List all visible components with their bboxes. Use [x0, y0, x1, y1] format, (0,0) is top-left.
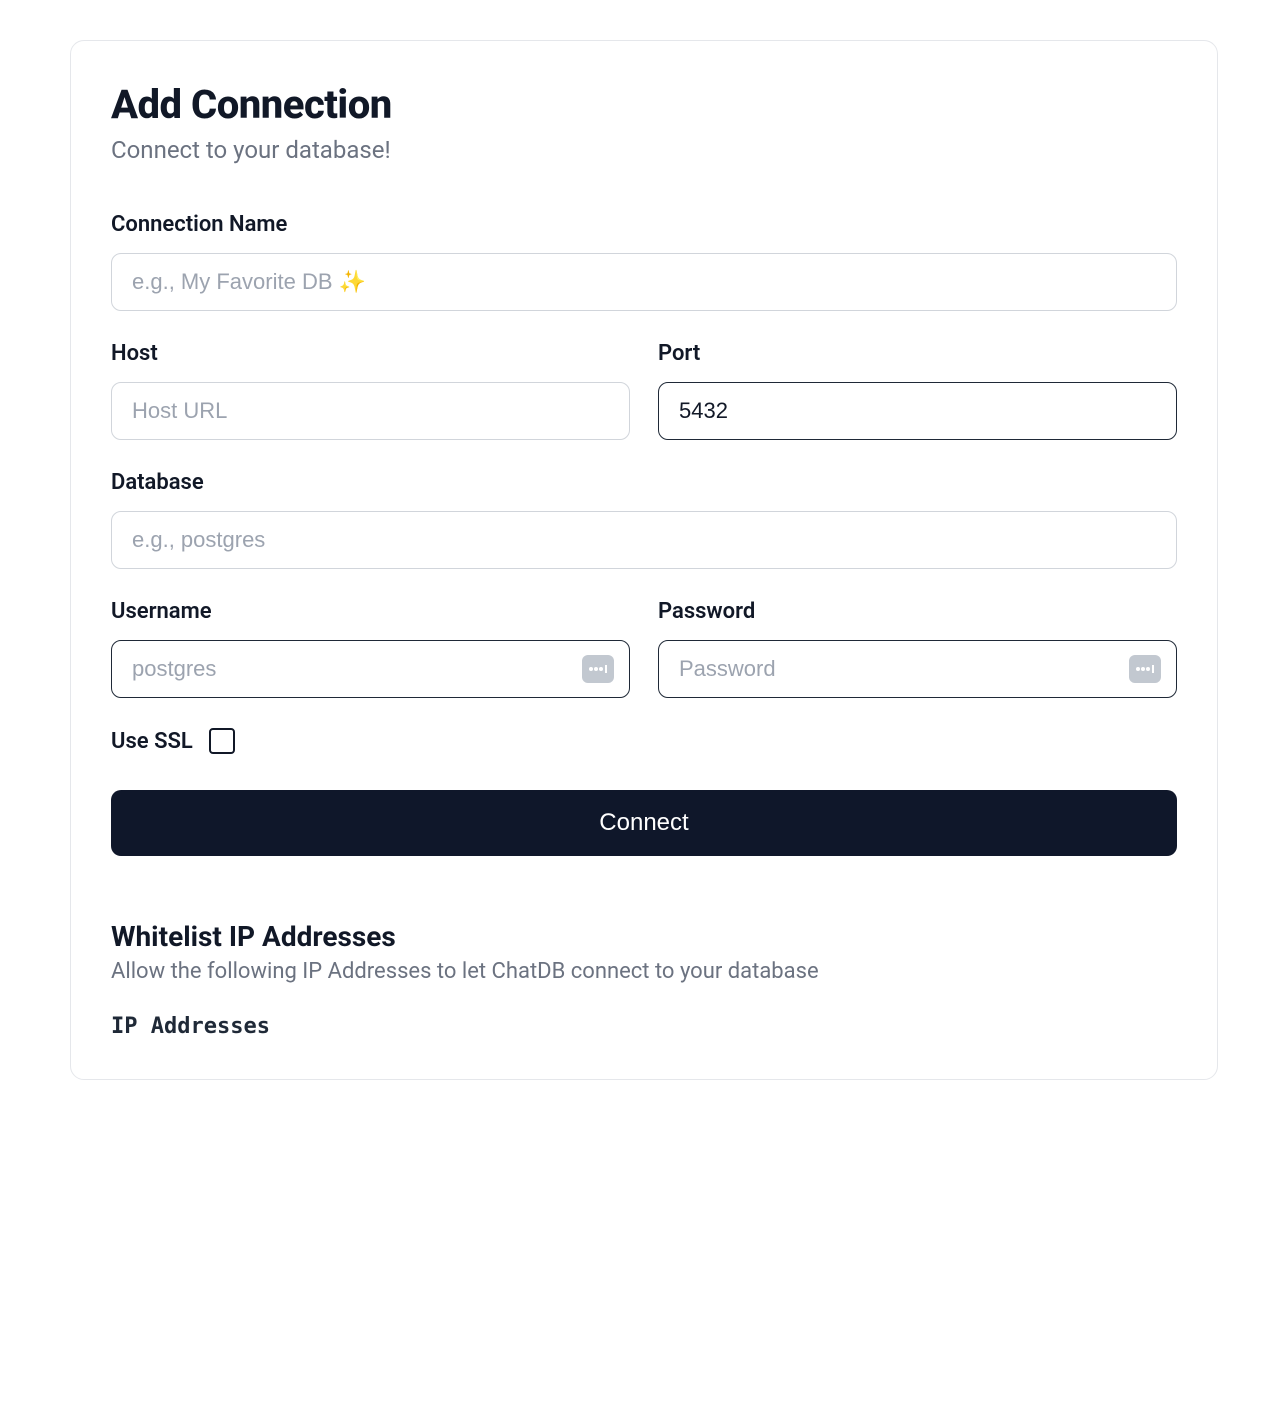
port-label: Port: [658, 341, 1177, 366]
password-input-wrapper: [658, 640, 1177, 698]
password-manager-icon[interactable]: [1129, 655, 1161, 683]
password-label: Password: [658, 599, 1177, 624]
database-input[interactable]: [111, 511, 1177, 569]
connection-name-input[interactable]: [111, 253, 1177, 311]
host-group: Host: [111, 341, 630, 440]
host-label: Host: [111, 341, 630, 366]
add-connection-card: Add Connection Connect to your database!…: [70, 40, 1218, 1080]
connection-name-group: Connection Name: [111, 212, 1177, 311]
username-input[interactable]: [111, 640, 630, 698]
database-label: Database: [111, 470, 1177, 495]
connection-name-label: Connection Name: [111, 212, 1177, 237]
connect-button[interactable]: Connect: [111, 790, 1177, 856]
whitelist-subtitle: Allow the following IP Addresses to let …: [111, 959, 1177, 984]
password-input[interactable]: [658, 640, 1177, 698]
password-group: Password: [658, 599, 1177, 698]
username-input-wrapper: [111, 640, 630, 698]
port-input[interactable]: [658, 382, 1177, 440]
host-input[interactable]: [111, 382, 630, 440]
whitelist-section: Whitelist IP Addresses Allow the followi…: [111, 920, 1177, 1039]
password-manager-icon[interactable]: [582, 655, 614, 683]
database-group: Database: [111, 470, 1177, 569]
port-group: Port: [658, 341, 1177, 440]
page-subtitle: Connect to your database!: [111, 136, 1177, 164]
username-group: Username: [111, 599, 630, 698]
username-label: Username: [111, 599, 630, 624]
use-ssl-label: Use SSL: [111, 729, 193, 754]
connection-form: Connection Name Host Port Database Usern…: [111, 212, 1177, 856]
use-ssl-row: Use SSL: [111, 728, 1177, 754]
page-title: Add Connection: [111, 81, 1177, 128]
use-ssl-checkbox[interactable]: [209, 728, 235, 754]
whitelist-title: Whitelist IP Addresses: [111, 920, 1177, 953]
ip-addresses-label: IP Addresses: [111, 1014, 1177, 1039]
